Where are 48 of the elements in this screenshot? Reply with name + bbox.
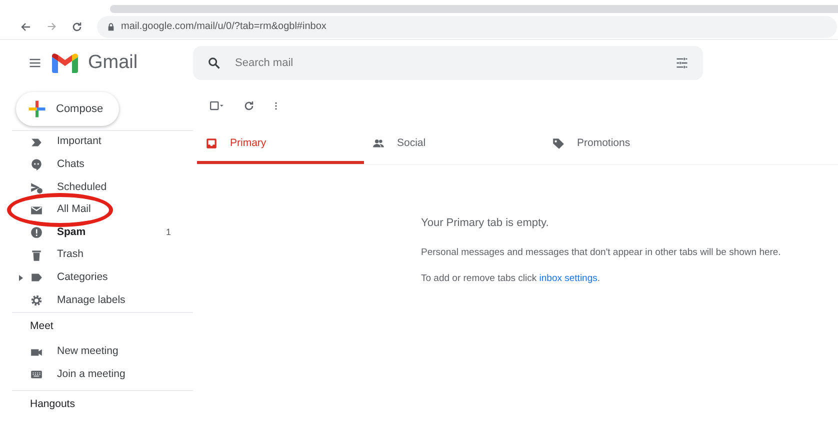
exclamation-icon: [30, 226, 43, 240]
back-icon[interactable]: [20, 20, 32, 32]
inbox-tab[interactable]: Primary: [197, 126, 364, 164]
sidebar-item[interactable]: Spam 1: [0, 221, 193, 244]
tag-icon: [552, 137, 565, 150]
sidebar-item[interactable]: New meeting: [0, 340, 193, 364]
lock-icon: [107, 22, 115, 30]
empty-message: Personal messages and messages that don't appear in other tabs will be shown here.: [421, 246, 782, 260]
search-icon[interactable]: [207, 56, 221, 70]
settings-link[interactable]: inbox settings: [539, 272, 598, 284]
refresh-icon[interactable]: [243, 100, 255, 112]
inbox-tab[interactable]: Promotions: [544, 126, 724, 164]
sidebar-item[interactable]: Manage labels: [0, 289, 193, 312]
menu-icon[interactable]: [28, 56, 42, 70]
address-bar[interactable]: mail.google.com/mail/u/0/?tab=rm&ogbl#inbox: [97, 16, 837, 38]
trash-icon: [30, 248, 43, 262]
section-heading: Hangouts: [29, 397, 76, 412]
important-icon: [30, 136, 43, 149]
app-name: Gmail: [88, 50, 138, 75]
inbox-tab[interactable]: Social: [364, 126, 544, 164]
sidebar-item[interactable]: Important: [0, 131, 193, 154]
people-icon: [372, 137, 385, 150]
expand-caret-icon[interactable]: [19, 274, 23, 281]
reload-icon[interactable]: [71, 20, 83, 32]
chat-bubble-icon: [30, 158, 43, 172]
filter-options-icon[interactable]: [675, 56, 689, 70]
settings-hint: To add or remove tabs click inbox settings.: [421, 272, 602, 286]
settings-icon: [30, 294, 43, 307]
url-text: mail.google.com/mail/u/0/?tab=rm&ogbl#inbox: [121, 20, 326, 34]
search-bar[interactable]: Search mail: [193, 46, 703, 80]
sidebar-item[interactable]: Categories: [0, 266, 193, 290]
envelope-icon: [30, 204, 43, 217]
section-heading: Meet: [29, 318, 54, 334]
keyboard-icon: [30, 368, 43, 382]
sidebar-item[interactable]: Scheduled: [0, 176, 193, 199]
unread-count: 1: [166, 226, 171, 239]
send-clock-icon: [30, 180, 43, 194]
inbox-icon: [205, 137, 218, 150]
compose-button[interactable]: Compose: [16, 92, 119, 126]
search-field[interactable]: Search mail: [233, 54, 663, 72]
sidebar-item[interactable]: Trash: [0, 244, 193, 267]
gmail-logo[interactable]: [52, 53, 78, 73]
plus-icon: [28, 100, 46, 118]
empty-title: Your Primary tab is empty.: [421, 216, 550, 231]
sidebar-item[interactable]: Chats: [0, 154, 193, 176]
label-icon: [30, 271, 43, 284]
sidebar-item[interactable]: All Mail: [0, 198, 193, 222]
sidebar-item[interactable]: Join a meeting: [0, 363, 193, 386]
